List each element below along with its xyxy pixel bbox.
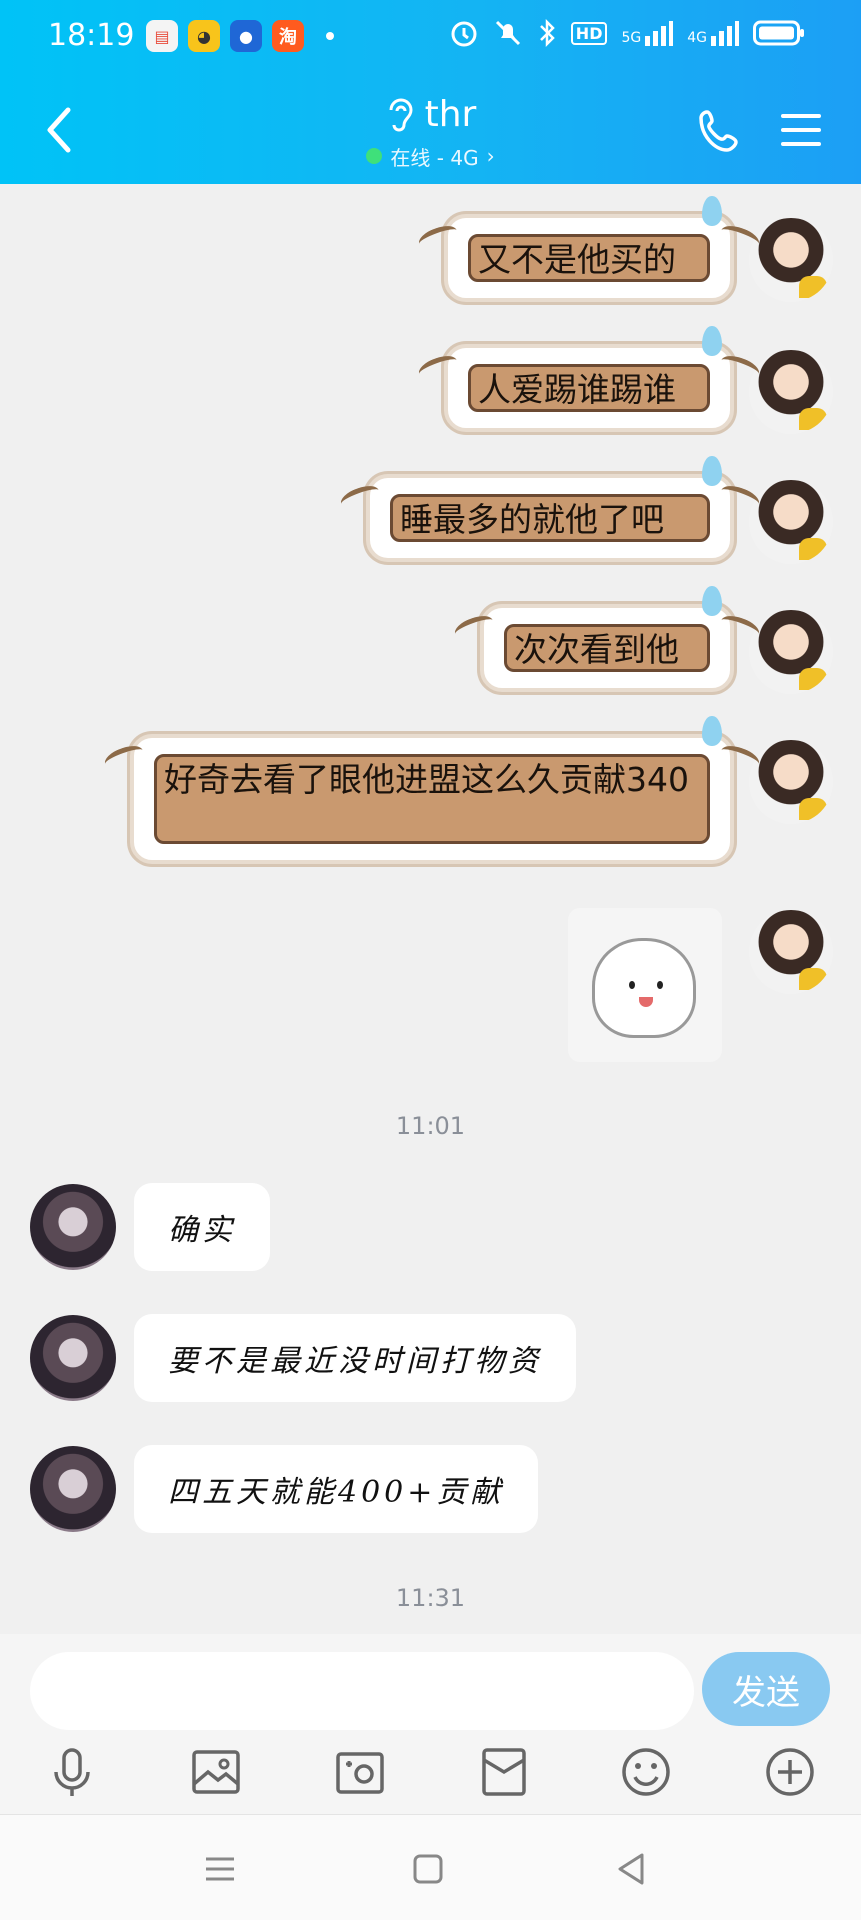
horn-decoration bbox=[718, 481, 762, 513]
back-nav-icon[interactable] bbox=[612, 1849, 652, 1889]
notification-dot bbox=[326, 32, 334, 40]
my-avatar[interactable] bbox=[749, 740, 833, 824]
taobao-app-icon: 淘 bbox=[272, 20, 304, 52]
contact-status: 在线 - 4G › bbox=[366, 142, 495, 171]
alarm-icon bbox=[451, 21, 477, 47]
message-text: 睡最多的就他了吧 bbox=[400, 500, 664, 539]
sent-bubble[interactable]: 人爱踢谁踢谁 bbox=[416, 326, 762, 432]
input-area: 发送 bbox=[0, 1634, 861, 1814]
horn-decoration bbox=[718, 611, 762, 643]
ear-icon bbox=[389, 98, 413, 131]
blue-app-icon: ● bbox=[230, 20, 262, 52]
my-avatar[interactable] bbox=[749, 218, 833, 302]
emoji-icon[interactable] bbox=[618, 1744, 674, 1800]
input-toolbar bbox=[0, 1744, 861, 1814]
horn-decoration bbox=[338, 481, 382, 513]
wallet-app-icon: ▤ bbox=[146, 20, 178, 52]
received-bubble[interactable]: 确实 bbox=[134, 1183, 270, 1271]
sticker-eye bbox=[657, 981, 663, 989]
message-text: 好奇去看了眼他进盟这么久贡献340 bbox=[164, 760, 689, 799]
yellow-app-icon: ◕ bbox=[188, 20, 220, 52]
message-input[interactable] bbox=[30, 1652, 694, 1730]
status-bar: 18:19 ▤ ◕ ● 淘 HD 5G 4G bbox=[0, 0, 861, 76]
horn-decoration bbox=[452, 611, 496, 643]
message-text: 次次看到他 bbox=[514, 630, 679, 669]
horn-decoration bbox=[416, 221, 460, 253]
sticker-face bbox=[592, 938, 696, 1038]
chat-header: 18:19 ▤ ◕ ● 淘 HD 5G 4G thr 在线 - 4G › bbox=[0, 0, 861, 184]
contact-avatar[interactable] bbox=[30, 1184, 116, 1270]
battery-icon bbox=[753, 20, 804, 46]
camera-icon[interactable] bbox=[332, 1744, 388, 1800]
my-avatar[interactable] bbox=[749, 910, 833, 994]
drop-decoration bbox=[702, 326, 722, 356]
sticker-eye bbox=[629, 981, 635, 989]
plus-icon[interactable] bbox=[762, 1744, 818, 1800]
hd-badge: HD bbox=[570, 21, 608, 45]
online-dot bbox=[366, 148, 383, 164]
signal-bars-icon bbox=[711, 21, 739, 46]
phone-icon[interactable] bbox=[697, 106, 745, 154]
status-time: 18:19 bbox=[48, 18, 135, 53]
mute-icon bbox=[495, 20, 520, 46]
message-text: 又不是他买的 bbox=[478, 240, 676, 279]
title-line: thr bbox=[385, 94, 477, 135]
sent-bubble[interactable]: 次次看到他 bbox=[452, 586, 762, 692]
send-button[interactable]: 发送 bbox=[702, 1652, 830, 1726]
signal-4g: 4G bbox=[687, 20, 739, 46]
contact-avatar[interactable] bbox=[30, 1315, 116, 1401]
my-avatar[interactable] bbox=[749, 480, 833, 564]
nav-bar: thr 在线 - 4G › bbox=[0, 76, 861, 184]
message-text: 要不是最近没时间打物资 bbox=[168, 1344, 542, 1379]
sent-bubble[interactable]: 好奇去看了眼他进盟这么久贡献340 bbox=[102, 716, 762, 864]
contact-avatar[interactable] bbox=[30, 1446, 116, 1532]
received-bubble[interactable]: 要不是最近没时间打物资 bbox=[134, 1314, 576, 1402]
sent-bubble[interactable]: 睡最多的就他了吧 bbox=[338, 456, 762, 562]
my-avatar[interactable] bbox=[749, 610, 833, 694]
red-packet-icon[interactable] bbox=[476, 1744, 532, 1800]
sent-bubble[interactable]: 又不是他买的 bbox=[416, 196, 762, 302]
received-bubble[interactable]: 四五天就能400+贡献 bbox=[134, 1445, 539, 1533]
contact-name: thr bbox=[424, 94, 477, 135]
timestamp: 11:31 bbox=[395, 1584, 466, 1612]
drop-decoration bbox=[702, 196, 722, 226]
timestamp: 11:01 bbox=[395, 1112, 466, 1140]
horn-decoration bbox=[416, 351, 460, 383]
drop-decoration bbox=[702, 586, 722, 616]
system-nav-bar bbox=[0, 1814, 861, 1920]
horn-decoration bbox=[718, 351, 762, 383]
microphone-icon[interactable] bbox=[44, 1744, 100, 1800]
signal-5g: 5G bbox=[621, 20, 674, 46]
bunny-sticker[interactable] bbox=[568, 908, 722, 1062]
menu-nav-icon[interactable] bbox=[200, 1849, 240, 1889]
status-right: HD 5G 4G bbox=[449, 18, 805, 48]
home-nav-icon[interactable] bbox=[408, 1849, 448, 1889]
message-text: 确实 bbox=[168, 1213, 236, 1248]
sticker-mouth bbox=[639, 997, 653, 1007]
chevron-right-icon: › bbox=[486, 144, 495, 168]
message-text: 人爱踢谁踢谁 bbox=[478, 370, 676, 409]
status-app-icons: ▤ ◕ ● 淘 bbox=[146, 20, 334, 52]
drop-decoration bbox=[702, 716, 722, 746]
hamburger-menu-icon[interactable] bbox=[779, 110, 823, 150]
image-icon[interactable] bbox=[188, 1744, 244, 1800]
horn-decoration bbox=[102, 741, 146, 773]
message-text: 四五天就能400+贡献 bbox=[168, 1475, 505, 1510]
chat-area[interactable]: 又不是他买的 人爱踢谁踢谁 睡最多的就他了吧 次次看到他 好奇去看了眼他进盟这么… bbox=[0, 184, 861, 1634]
bluetooth-icon bbox=[539, 18, 555, 48]
horn-decoration bbox=[718, 741, 762, 773]
drop-decoration bbox=[702, 456, 722, 486]
horn-decoration bbox=[718, 221, 762, 253]
my-avatar[interactable] bbox=[749, 350, 833, 434]
signal-bars-icon bbox=[645, 21, 674, 46]
